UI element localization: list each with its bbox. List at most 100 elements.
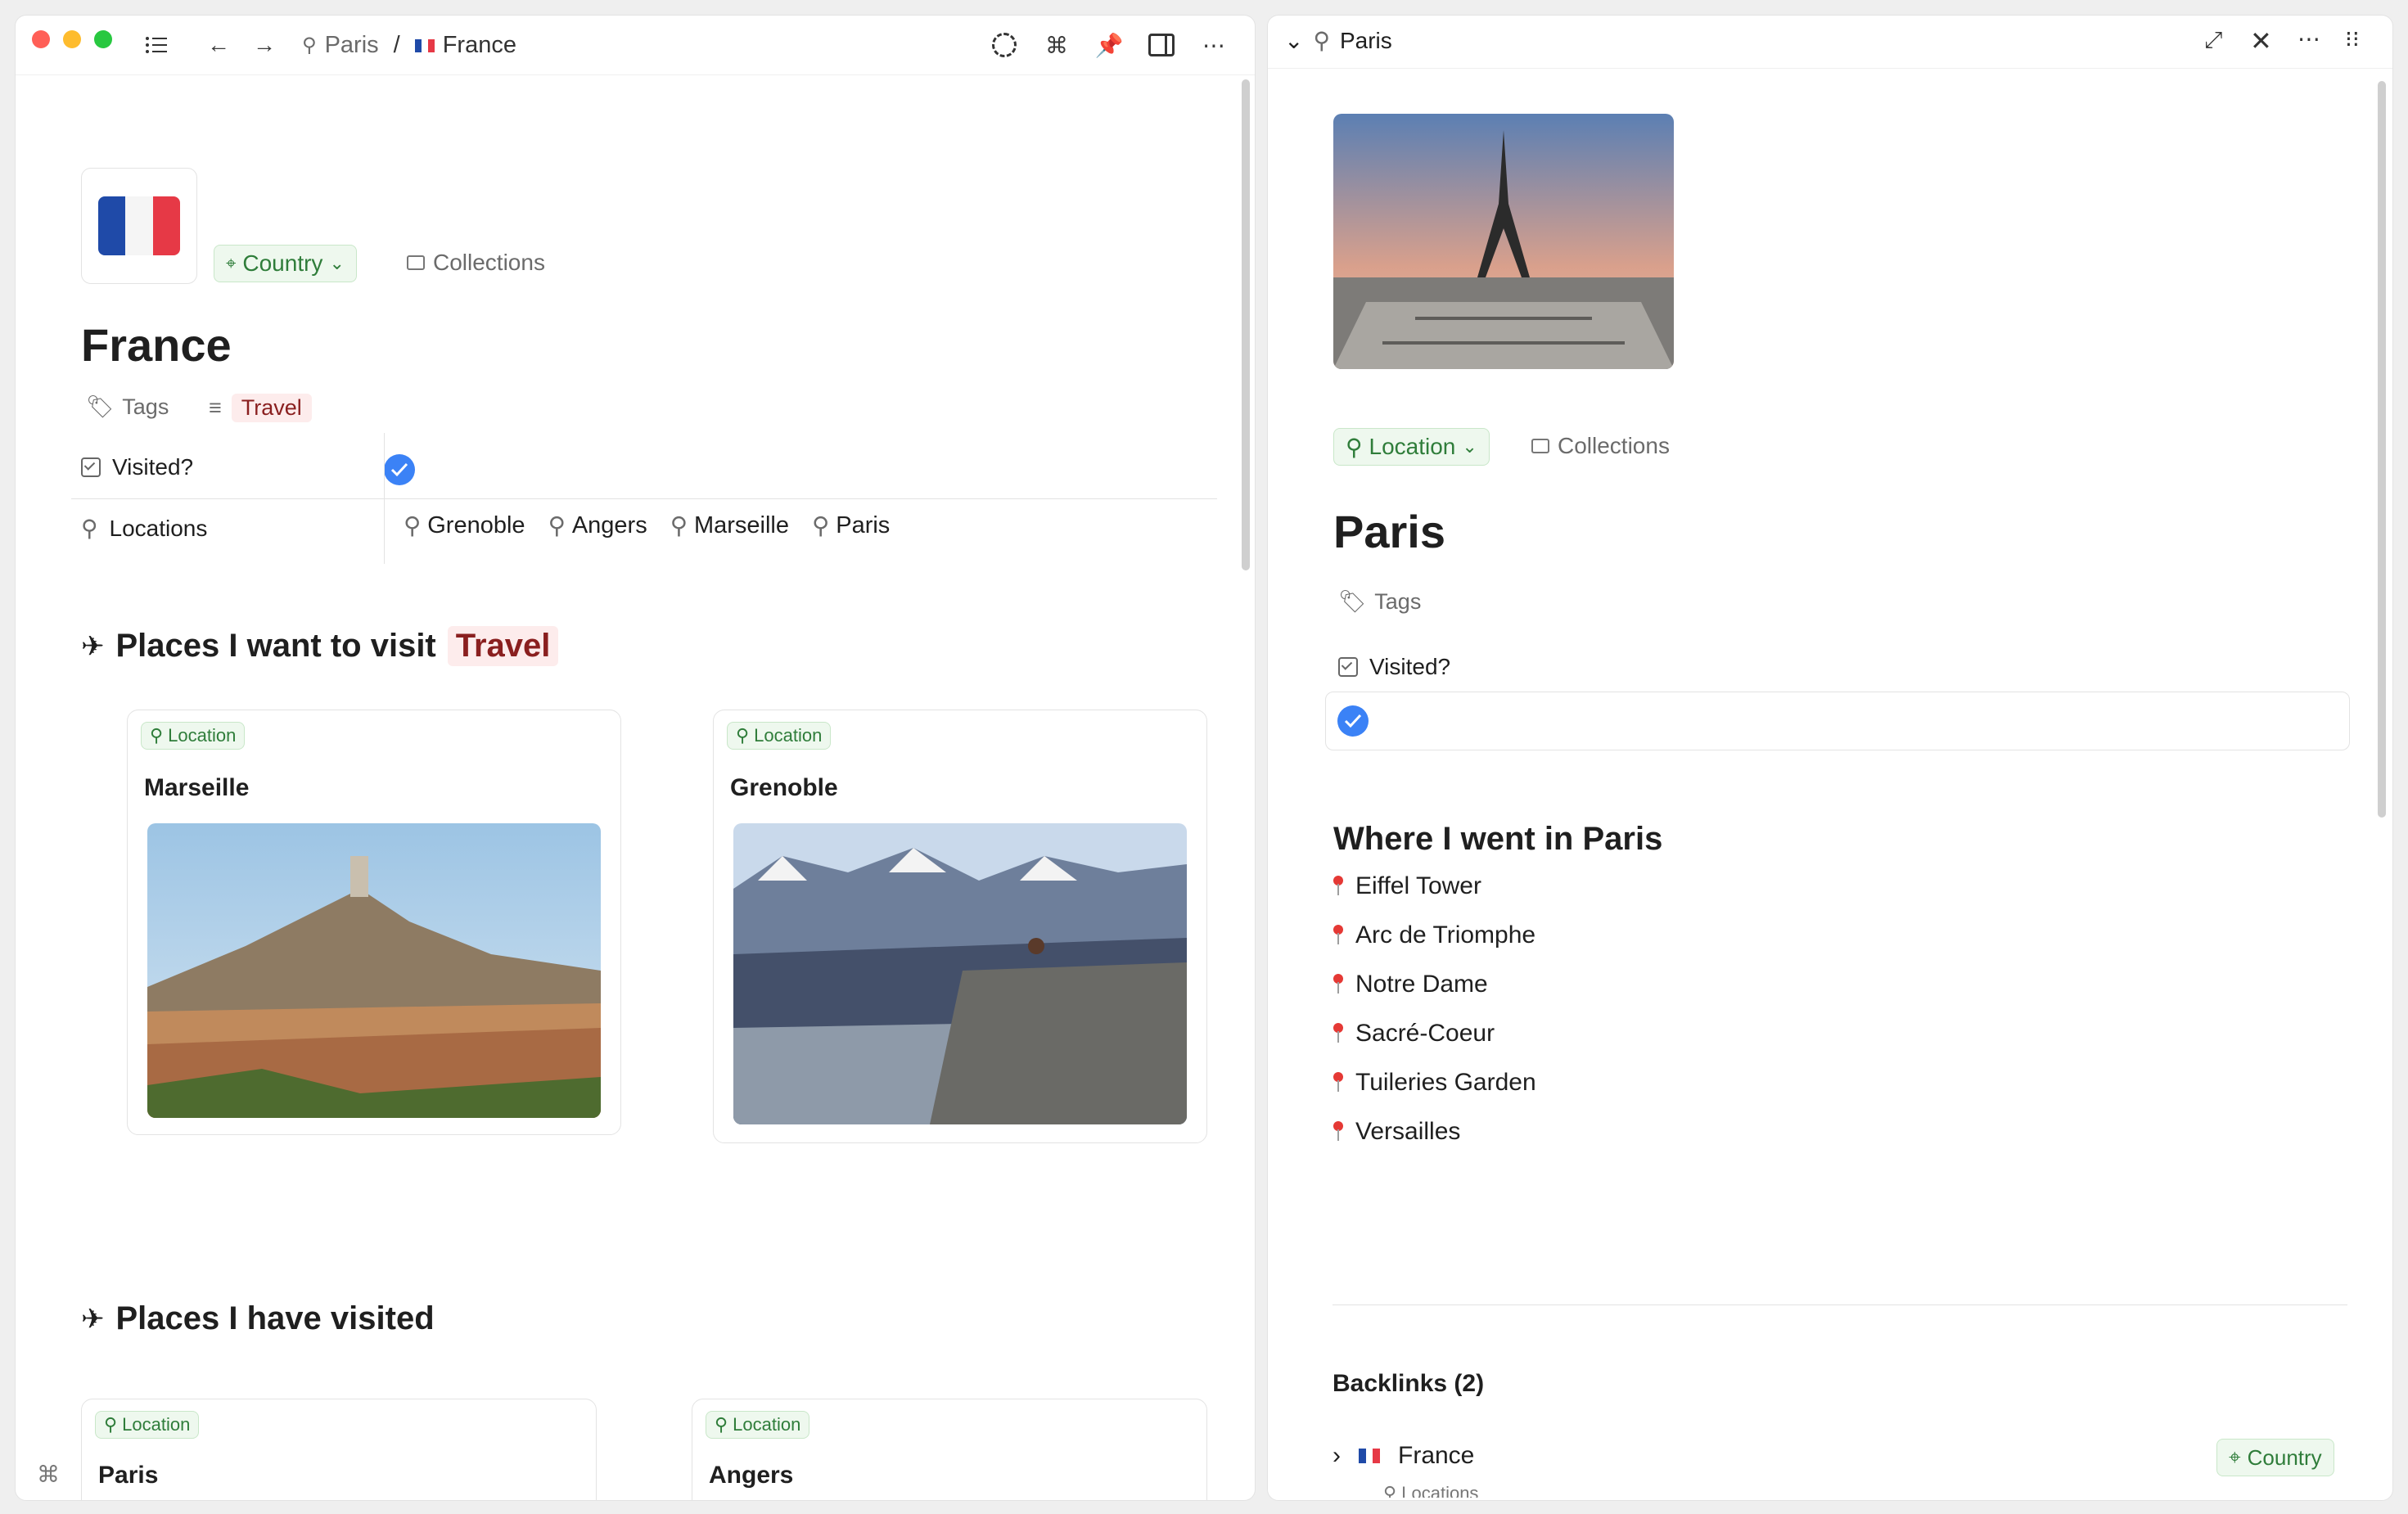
location-chip[interactable]: ⚲ Grenoble	[404, 511, 525, 540]
visited-label: Visited?	[1369, 654, 1451, 679]
type-dropdown[interactable]: ⚲ Location ⌄	[1333, 428, 1490, 466]
forward-button[interactable]: →	[250, 30, 279, 60]
list-item: Versailles	[1333, 1118, 1460, 1146]
tags-label[interactable]: 🏷 Tags	[1338, 588, 1421, 615]
backlink-type: ⌖ Country	[2216, 1439, 2334, 1476]
back-button[interactable]: ←	[204, 30, 233, 60]
graph-icon: ⌘	[1045, 32, 1068, 58]
split-view-button[interactable]	[1147, 30, 1176, 60]
list-item: Tuileries Garden	[1333, 1069, 1536, 1097]
grid-button[interactable]: ⁝⁝	[2345, 25, 2360, 52]
dashed-circle-icon	[992, 33, 1017, 57]
tags-text: Tags	[1374, 588, 1422, 614]
location-tag-label: Location	[122, 1414, 191, 1435]
map-pin-icon: ⌖	[226, 253, 237, 273]
card-angers[interactable]: ⚲ Location Angers	[692, 1399, 1207, 1500]
pin-icon	[1333, 1121, 1344, 1142]
list-item-label: Sacré-Coeur	[1355, 1020, 1495, 1047]
page-icon[interactable]	[81, 168, 197, 284]
sync-button[interactable]	[990, 30, 1019, 60]
backlink-sub: ⚲ Locations	[1383, 1483, 1478, 1498]
close-window-button[interactable]	[32, 30, 50, 48]
chevron-right-icon[interactable]: ›	[1333, 1442, 1341, 1470]
visited-checkbox[interactable]	[1337, 705, 1369, 737]
column-divider	[384, 433, 385, 564]
more-button[interactable]: ⋯	[2298, 25, 2320, 52]
zoom-window-button[interactable]	[94, 30, 112, 48]
tags-label[interactable]: 🏷 Tags	[86, 394, 169, 420]
tag-travel[interactable]: Travel	[447, 626, 559, 666]
tag-row: ≡ Travel	[209, 394, 312, 422]
location-chip-label: Marseille	[693, 512, 789, 538]
chevron-down-icon[interactable]: ⌄	[1284, 27, 1303, 54]
scrollbar[interactable]	[1242, 79, 1250, 570]
france-flag-icon	[414, 38, 435, 52]
expand-button[interactable]: ⤢	[2204, 27, 2222, 54]
pin-icon	[1333, 1072, 1344, 1093]
card-marseille[interactable]: ⚲ Location Marseille	[127, 710, 621, 1135]
list-item-label: Versailles	[1355, 1118, 1461, 1145]
chevron-down-icon: ⌄	[329, 253, 345, 273]
arrow-right-icon: →	[253, 32, 276, 57]
folder-icon	[1531, 439, 1549, 453]
backlinks-title: Backlinks (2)	[1333, 1370, 1485, 1397]
map-pin-icon: ⌖	[2229, 1444, 2241, 1469]
tag-icon: 🏷	[1338, 589, 1367, 614]
checkbox-icon	[1338, 657, 1358, 677]
close-icon: ✕	[2250, 26, 2272, 56]
breadcrumb-item-paris[interactable]: Paris	[325, 32, 379, 59]
ellipsis-icon: ⋯	[1202, 32, 1225, 58]
list-icon	[146, 37, 167, 53]
visited-checkbox[interactable]	[384, 454, 415, 485]
property-locations: ⚲ Locations	[81, 515, 207, 542]
backlink-type-label: Country	[2247, 1444, 2322, 1470]
list-item: Eiffel Tower	[1333, 872, 1481, 900]
collections-label: Collections	[1558, 433, 1670, 458]
backlink-item[interactable]: › France	[1333, 1442, 1474, 1470]
type-dropdown[interactable]: ⌖ Country ⌄	[214, 245, 357, 282]
pin-button[interactable]: 📌	[1094, 30, 1124, 60]
location-chip[interactable]: ⚲ Marseille	[670, 511, 789, 540]
minimize-window-button[interactable]	[63, 30, 81, 48]
type-label: Country	[242, 250, 323, 276]
breadcrumb-item-france[interactable]: France	[443, 32, 516, 59]
location-chip[interactable]: ⚲ Angers	[548, 511, 647, 540]
page-title: France	[81, 319, 232, 371]
tag-icon: 🏷	[86, 394, 115, 419]
folder-icon	[407, 255, 425, 270]
tag-travel[interactable]: Travel	[231, 394, 312, 422]
list-item-label: Tuileries Garden	[1355, 1069, 1536, 1096]
card-grenoble[interactable]: ⚲ Location Grenoble	[713, 710, 1207, 1143]
command-icon[interactable]: ⌘	[37, 1461, 60, 1488]
visited-field[interactable]	[1325, 692, 2350, 750]
text-lines-icon: ≡	[209, 395, 222, 420]
divider	[1268, 68, 2392, 69]
airplane-departure-icon: ✈	[81, 630, 105, 662]
more-button[interactable]: ⋯	[1199, 30, 1229, 60]
card-paris[interactable]: ⚲ Location Paris	[81, 1399, 597, 1500]
card-title: Marseille	[144, 774, 250, 801]
toolbar: ← → ⚲ Paris / France ⌘ 📌 ⋯	[16, 16, 1255, 75]
location-tag-label: Location	[733, 1414, 801, 1435]
collections-button[interactable]: Collections	[1531, 433, 1670, 459]
location-chip[interactable]: ⚲ Paris	[812, 511, 890, 540]
section-title: Places I want to visit	[115, 628, 436, 664]
side-pane: ⌄ ⚲ Paris ⤢ ✕ ⋯ ⁝⁝ ⚲ Location ⌄ Collecti…	[1267, 15, 2393, 1501]
tags-text: Tags	[122, 394, 169, 419]
scrollbar[interactable]	[2378, 81, 2386, 818]
section-heading-visited: ✈ Places I have visited	[81, 1300, 435, 1337]
location-chip-label: Paris	[836, 512, 891, 538]
location-icon: ⚲	[548, 513, 566, 539]
sidebar-toggle-button[interactable]	[142, 30, 171, 60]
pin-icon	[1333, 1023, 1344, 1044]
locations-list: ⚲ Grenoble ⚲ Angers ⚲ Marseille ⚲ Paris	[404, 511, 890, 540]
graph-button[interactable]: ⌘	[1042, 30, 1071, 60]
divider	[71, 498, 1217, 499]
dots-grid-icon: ⁝⁝	[2345, 26, 2360, 52]
close-pane-button[interactable]: ✕	[2250, 25, 2272, 56]
collections-button[interactable]: Collections	[407, 250, 545, 276]
location-tag-label: Location	[168, 725, 237, 746]
list-item: Notre Dame	[1333, 971, 1488, 998]
pin-icon	[1333, 876, 1344, 897]
backlink-sub-label: Locations	[1401, 1483, 1479, 1498]
